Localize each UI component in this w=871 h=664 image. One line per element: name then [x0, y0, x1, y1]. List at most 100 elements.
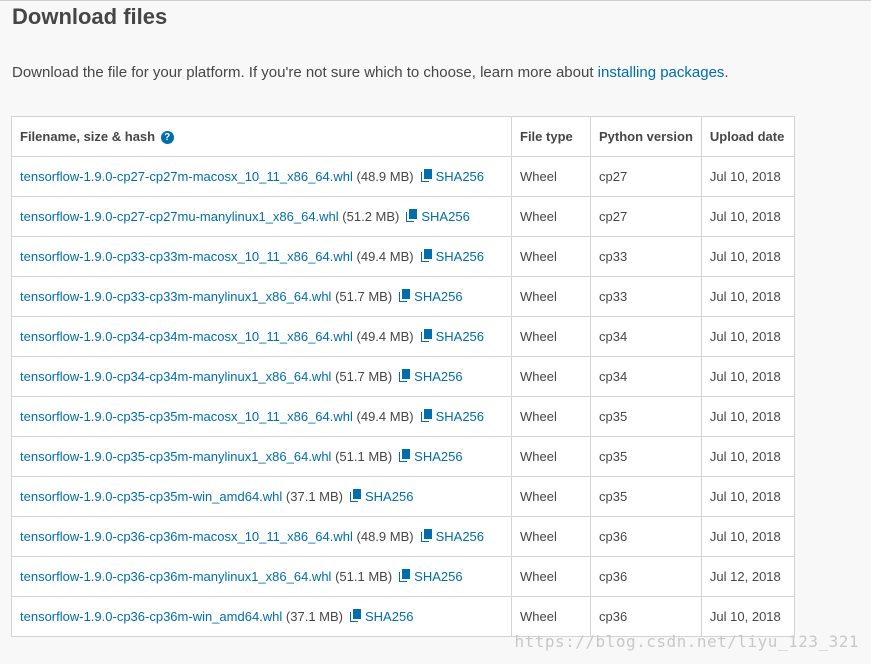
file-type-cell: Wheel	[511, 476, 591, 517]
sha256-link[interactable]: SHA256	[414, 289, 462, 304]
sha256-link[interactable]: SHA256	[414, 449, 462, 464]
python-version-cell: cp27	[590, 196, 702, 237]
upload-date-cell: Jul 10, 2018	[700, 596, 795, 637]
intro-paragraph: Download the file for your platform. If …	[12, 64, 729, 81]
filename-cell: tensorflow-1.9.0-cp34-cp34m-macosx_10_11…	[11, 316, 512, 357]
file-type-cell: Wheel	[511, 316, 591, 357]
python-version-cell: cp36	[590, 516, 702, 557]
filename-link[interactable]: tensorflow-1.9.0-cp33-cp33m-macosx_10_11…	[20, 249, 353, 264]
upload-date-cell: Jul 12, 2018	[700, 556, 795, 597]
filename-cell: tensorflow-1.9.0-cp36-cp36m-win_amd64.wh…	[11, 596, 512, 637]
python-version-cell: cp35	[590, 396, 702, 437]
file-type-cell: Wheel	[511, 396, 591, 437]
sha256-link[interactable]: SHA256	[365, 489, 413, 504]
table-row: tensorflow-1.9.0-cp27-cp27mu-manylinux1_…	[11, 196, 795, 237]
file-type-cell: Wheel	[511, 596, 591, 637]
filename-link[interactable]: tensorflow-1.9.0-cp34-cp34m-manylinux1_x…	[20, 369, 331, 384]
copy-icon[interactable]	[350, 609, 362, 622]
file-type-cell: Wheel	[511, 156, 591, 197]
question-circle-icon[interactable]: ?	[160, 131, 174, 144]
upload-date-cell: Jul 10, 2018	[700, 236, 795, 277]
filename-cell: tensorflow-1.9.0-cp35-cp35m-manylinux1_x…	[11, 436, 512, 477]
upload-date-cell: Jul 10, 2018	[700, 276, 795, 317]
header-filename-label: Filename, size & hash	[20, 129, 156, 144]
table-row: tensorflow-1.9.0-cp34-cp34m-manylinux1_x…	[11, 356, 795, 397]
file-size: (49.4 MB)	[356, 409, 414, 424]
filename-cell: tensorflow-1.9.0-cp27-cp27mu-manylinux1_…	[11, 196, 512, 237]
watermark: https://blog.csdn.net/liyu_123_321	[514, 632, 859, 651]
copy-icon[interactable]	[406, 209, 418, 222]
filename-link[interactable]: tensorflow-1.9.0-cp35-cp35m-macosx_10_11…	[20, 409, 353, 424]
sha256-link[interactable]: SHA256	[436, 249, 484, 264]
file-type-cell: Wheel	[511, 356, 591, 397]
table-row: tensorflow-1.9.0-cp35-cp35m-manylinux1_x…	[11, 436, 795, 477]
table-row: tensorflow-1.9.0-cp36-cp36m-manylinux1_x…	[11, 556, 795, 597]
header-filename: Filename, size & hash ?	[11, 116, 512, 157]
header-upload-date: Upload date	[700, 116, 795, 157]
filename-link[interactable]: tensorflow-1.9.0-cp35-cp35m-manylinux1_x…	[20, 449, 331, 464]
copy-icon[interactable]	[420, 409, 433, 422]
file-type-cell: Wheel	[511, 436, 591, 477]
copy-icon[interactable]	[420, 169, 433, 182]
table-row: tensorflow-1.9.0-cp27-cp27m-macosx_10_11…	[11, 156, 795, 197]
copy-icon[interactable]	[399, 369, 411, 382]
installing-packages-link[interactable]: installing packages	[598, 64, 725, 81]
sha256-link[interactable]: SHA256	[436, 329, 484, 344]
filename-cell: tensorflow-1.9.0-cp27-cp27m-macosx_10_11…	[11, 156, 512, 197]
file-size: (51.2 MB)	[342, 209, 400, 224]
copy-icon[interactable]	[420, 529, 433, 542]
file-size: (49.4 MB)	[356, 329, 414, 344]
intro-end: .	[724, 64, 729, 81]
table-header-row: Filename, size & hash ? File type Python…	[11, 116, 795, 157]
upload-date-cell: Jul 10, 2018	[700, 316, 795, 357]
python-version-cell: cp33	[590, 276, 702, 317]
file-size: (51.1 MB)	[335, 569, 393, 584]
upload-date-cell: Jul 10, 2018	[700, 476, 795, 517]
upload-date-cell: Jul 10, 2018	[700, 356, 795, 397]
top-divider	[0, 0, 871, 1]
header-python-version: Python version	[590, 116, 702, 157]
upload-date-cell: Jul 10, 2018	[700, 396, 795, 437]
copy-icon[interactable]	[399, 289, 411, 302]
file-size: (37.1 MB)	[285, 609, 343, 624]
upload-date-cell: Jul 10, 2018	[700, 156, 795, 197]
filename-link[interactable]: tensorflow-1.9.0-cp36-cp36m-macosx_10_11…	[20, 529, 353, 544]
copy-icon[interactable]	[420, 329, 433, 342]
header-file-type: File type	[511, 116, 591, 157]
filename-cell: tensorflow-1.9.0-cp33-cp33m-manylinux1_x…	[11, 276, 512, 317]
sha256-link[interactable]: SHA256	[436, 169, 484, 184]
sha256-link[interactable]: SHA256	[414, 369, 462, 384]
filename-link[interactable]: tensorflow-1.9.0-cp27-cp27mu-manylinux1_…	[20, 209, 339, 224]
sha256-link[interactable]: SHA256	[436, 409, 484, 424]
sha256-link[interactable]: SHA256	[365, 609, 413, 624]
sha256-link[interactable]: SHA256	[414, 569, 462, 584]
python-version-cell: cp36	[590, 596, 702, 637]
python-version-cell: cp27	[590, 156, 702, 197]
copy-icon[interactable]	[420, 249, 433, 262]
sha256-link[interactable]: SHA256	[436, 529, 484, 544]
filename-link[interactable]: tensorflow-1.9.0-cp36-cp36m-win_amd64.wh…	[20, 609, 282, 624]
filename-cell: tensorflow-1.9.0-cp35-cp35m-win_amd64.wh…	[11, 476, 512, 517]
filename-link[interactable]: tensorflow-1.9.0-cp35-cp35m-win_amd64.wh…	[20, 489, 282, 504]
file-size: (51.7 MB)	[335, 369, 393, 384]
python-version-cell: cp34	[590, 316, 702, 357]
filename-link[interactable]: tensorflow-1.9.0-cp27-cp27m-macosx_10_11…	[20, 169, 353, 184]
filename-link[interactable]: tensorflow-1.9.0-cp33-cp33m-manylinux1_x…	[20, 289, 331, 304]
filename-link[interactable]: tensorflow-1.9.0-cp36-cp36m-manylinux1_x…	[20, 569, 331, 584]
copy-icon[interactable]	[350, 489, 362, 502]
python-version-cell: cp35	[590, 436, 702, 477]
table-row: tensorflow-1.9.0-cp36-cp36m-macosx_10_11…	[11, 516, 795, 557]
sha256-link[interactable]: SHA256	[421, 209, 469, 224]
filename-cell: tensorflow-1.9.0-cp33-cp33m-macosx_10_11…	[11, 236, 512, 277]
section-title: Download files	[12, 4, 168, 29]
file-type-cell: Wheel	[511, 196, 591, 237]
copy-icon[interactable]	[399, 569, 411, 582]
filename-cell: tensorflow-1.9.0-cp36-cp36m-manylinux1_x…	[11, 556, 512, 597]
file-size: (48.9 MB)	[356, 169, 414, 184]
upload-date-cell: Jul 10, 2018	[700, 436, 795, 477]
file-size: (37.1 MB)	[285, 489, 343, 504]
filename-cell: tensorflow-1.9.0-cp36-cp36m-macosx_10_11…	[11, 516, 512, 557]
filename-cell: tensorflow-1.9.0-cp35-cp35m-macosx_10_11…	[11, 396, 512, 437]
filename-link[interactable]: tensorflow-1.9.0-cp34-cp34m-macosx_10_11…	[20, 329, 353, 344]
copy-icon[interactable]	[399, 449, 411, 462]
